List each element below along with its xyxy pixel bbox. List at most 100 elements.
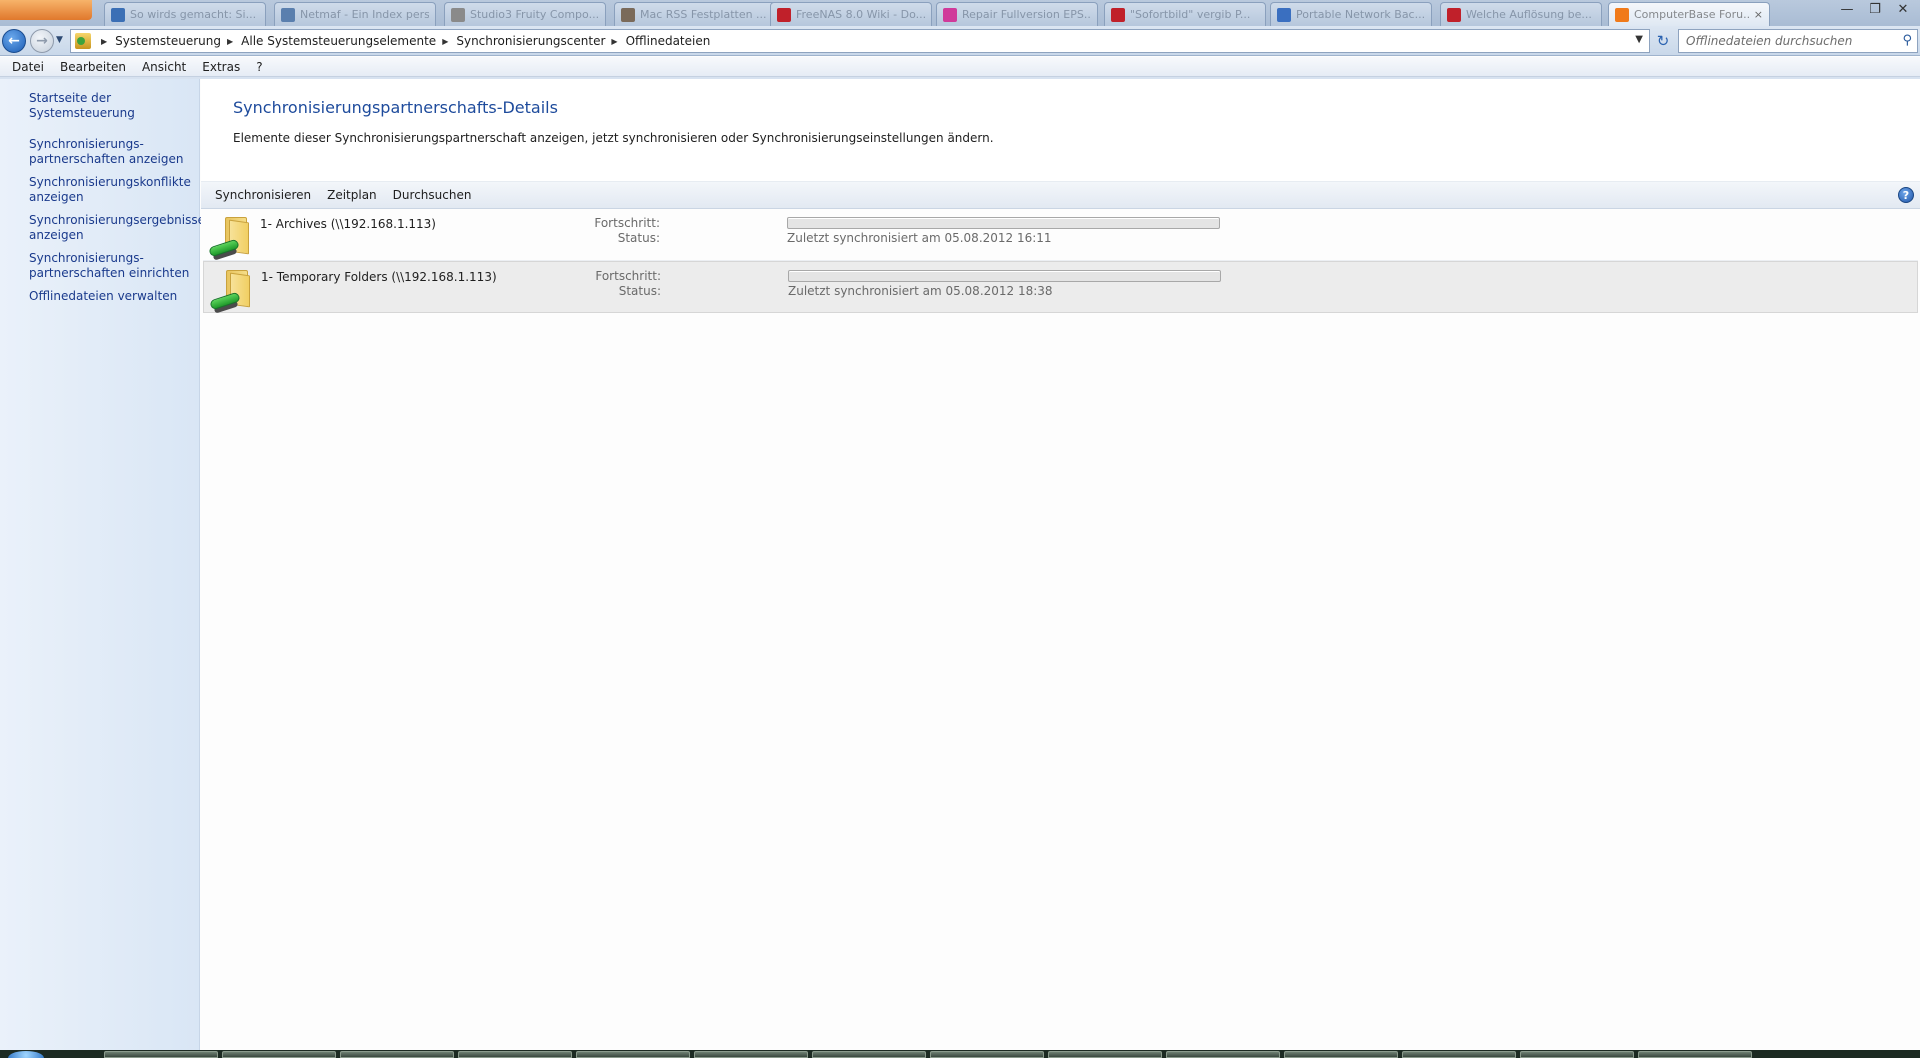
progress-bar xyxy=(788,270,1221,282)
browser-tab[interactable]: Netmaf - Ein Index pers... xyxy=(274,2,436,26)
taskbar-button[interactable] xyxy=(694,1051,808,1058)
tab-favicon-icon xyxy=(621,7,635,22)
taskbar-button[interactable] xyxy=(930,1051,1044,1058)
sync-status: Zuletzt synchronisiert am 05.08.2012 16:… xyxy=(787,231,1052,245)
back-arrow-icon[interactable]: ← xyxy=(2,29,26,53)
breadcrumb-separator-icon[interactable]: ▶ xyxy=(442,37,448,46)
close-button[interactable]: ✕ xyxy=(1890,0,1916,18)
taskbar-button[interactable] xyxy=(812,1051,926,1058)
tab-title: Studio3 Fruity Compo... xyxy=(470,8,599,21)
tab-title: Welche Auflösung be... xyxy=(1466,8,1592,21)
breadcrumb-label: Synchronisierungscenter xyxy=(456,34,606,48)
sidebar-task-link[interactable]: Synchronisierungs-partnerschaften anzeig… xyxy=(29,137,191,167)
browser-tab[interactable]: "Sofortbild" vergib P... xyxy=(1104,2,1266,26)
page-description: Elemente dieser Synchronisierungspartner… xyxy=(233,131,994,145)
menu-item[interactable]: Datei xyxy=(4,60,52,74)
taskbar-button[interactable] xyxy=(1520,1051,1634,1058)
status-label: Status: xyxy=(617,231,660,245)
sync-item-row[interactable]: 1- Archives (\\192.168.1.113) Fortschritt… xyxy=(203,209,1918,261)
breadcrumb-label: Alle Systemsteuerungselemente xyxy=(241,34,437,48)
taskbar xyxy=(0,1050,1920,1058)
browser-tab[interactable]: Portable Network Bac... xyxy=(1270,2,1432,26)
breadcrumb-separator-icon[interactable]: ▶ xyxy=(227,37,233,46)
browser-tab[interactable]: Studio3 Fruity Compo... xyxy=(444,2,606,26)
breadcrumb-item[interactable]: Alle Systemsteuerungselemente ▶ xyxy=(241,34,456,48)
sidebar-task-link[interactable]: Offlinedateien verwalten xyxy=(29,289,191,304)
refresh-icon[interactable]: ↻ xyxy=(1652,30,1674,52)
task-label-line: Synchronisierungsergebnisse xyxy=(29,213,206,227)
tab-close-icon[interactable]: × xyxy=(1754,8,1763,21)
window-controls: — ❐ ✕ xyxy=(1834,0,1916,18)
tab-favicon-icon xyxy=(111,7,125,22)
tab-title: ComputerBase Foru... xyxy=(1634,8,1749,21)
taskbar-button[interactable] xyxy=(1166,1051,1280,1058)
forward-arrow-icon[interactable]: → xyxy=(30,29,54,53)
sidebar-task-link[interactable]: Synchronisierungsergebnisse anzeigen xyxy=(29,213,206,243)
tab-title: Netmaf - Ein Index pers... xyxy=(300,8,429,21)
taskbar-button[interactable] xyxy=(1048,1051,1162,1058)
app-menu-button[interactable] xyxy=(0,0,92,20)
search-input[interactable] xyxy=(1686,34,1886,48)
menu-item[interactable]: Bearbeiten xyxy=(52,60,134,74)
task-list: Synchronisierungs-partnerschaften anzeig… xyxy=(29,137,206,304)
browser-tab[interactable]: So wirds gemacht: Si... xyxy=(104,2,266,26)
taskbar-button[interactable] xyxy=(340,1051,454,1058)
help-icon[interactable]: ? xyxy=(1898,187,1914,203)
progress-label: Fortschritt: xyxy=(595,269,661,283)
command-button[interactable]: Zeitplan xyxy=(319,188,385,202)
start-button[interactable] xyxy=(8,1051,44,1058)
command-button[interactable]: Durchsuchen xyxy=(385,188,480,202)
title-bar: So wirds gemacht: Si... Netmaf - Ein Inde… xyxy=(0,0,1920,26)
browser-tab[interactable]: FreeNAS 8.0 Wiki - Do... xyxy=(770,2,932,26)
breadcrumb-item[interactable]: Synchronisierungscenter ▶ xyxy=(456,34,625,48)
sync-folder-icon xyxy=(207,215,251,261)
header-area: Synchronisierungspartnerschafts-Details … xyxy=(201,79,1920,182)
browser-tab[interactable]: Welche Auflösung be... xyxy=(1440,2,1602,26)
task-label-line: partnerschaften anzeigen xyxy=(29,152,184,166)
history-dropdown-icon[interactable]: ▼ xyxy=(56,35,63,45)
search-box[interactable]: ⚲ xyxy=(1678,29,1918,53)
sidebar-task-link[interactable]: Synchronisierungs-partnerschaften einric… xyxy=(29,251,191,281)
menu-item[interactable]: Ansicht xyxy=(134,60,194,74)
browser-tab[interactable]: ComputerBase Foru... × xyxy=(1608,2,1770,26)
address-dropdown-icon[interactable]: ▼ xyxy=(1635,34,1643,45)
sync-item-row[interactable]: 1- Temporary Folders (\\192.168.1.113) Fo… xyxy=(203,261,1918,314)
task-pane: Startseite der Systemsteuerung Synchroni… xyxy=(0,79,206,1050)
tab-title: FreeNAS 8.0 Wiki - Do... xyxy=(796,8,925,21)
taskbar-button[interactable] xyxy=(1402,1051,1516,1058)
menu-item[interactable]: Extras xyxy=(194,60,248,74)
task-label-line: anzeigen xyxy=(29,228,84,242)
minimize-button[interactable]: — xyxy=(1834,0,1860,18)
taskbar-button[interactable] xyxy=(458,1051,572,1058)
taskbar-button[interactable] xyxy=(1284,1051,1398,1058)
sync-item-list: 1- Archives (\\192.168.1.113) Fortschritt… xyxy=(201,209,1920,314)
control-panel-home-link[interactable]: Startseite der Systemsteuerung xyxy=(29,91,191,121)
tab-favicon-icon xyxy=(943,7,957,22)
tab-title: So wirds gemacht: Si... xyxy=(130,8,257,21)
browser-tab[interactable]: Mac RSS Festplatten ... xyxy=(614,2,776,26)
sidebar-task-link[interactable]: Synchronisierungskonflikte anzeigen xyxy=(29,175,191,205)
main-content: Synchronisierungspartnerschafts-Details … xyxy=(201,79,1920,1050)
tab-title: Mac RSS Festplatten ... xyxy=(640,8,767,21)
address-bar[interactable]: ▶ Systemsteuerung ▶ Alle Systemsteuerungse… xyxy=(70,29,1650,53)
browser-tab[interactable]: Repair Fullversion EPS... xyxy=(936,2,1098,26)
menu-item[interactable]: ? xyxy=(248,60,270,74)
taskbar-button[interactable] xyxy=(576,1051,690,1058)
breadcrumb-separator-icon[interactable]: ▶ xyxy=(611,37,617,46)
page-title: Synchronisierungspartnerschafts-Details xyxy=(233,98,558,117)
sync-folder-icon xyxy=(208,268,252,314)
maximize-button[interactable]: ❐ xyxy=(1862,0,1888,18)
navigation-bar: ← → ▼ ▶ Systemsteuerung ▶ Alle Systemsteue… xyxy=(0,26,1920,56)
progress-label: Fortschritt: xyxy=(594,216,660,230)
breadcrumb-item[interactable]: Systemsteuerung ▶ xyxy=(115,34,241,48)
taskbar-button[interactable] xyxy=(1638,1051,1752,1058)
tab-favicon-icon xyxy=(1615,7,1629,22)
search-icon[interactable]: ⚲ xyxy=(1902,33,1912,48)
breadcrumb-item[interactable]: Offlinedateien xyxy=(626,34,711,48)
task-label-line: partnerschaften einrichten xyxy=(29,266,190,280)
breadcrumb-root-arrow[interactable]: ▶ xyxy=(95,37,115,46)
tab-title: Repair Fullversion EPS... xyxy=(962,8,1091,21)
taskbar-button[interactable] xyxy=(104,1051,218,1058)
taskbar-button[interactable] xyxy=(222,1051,336,1058)
command-button[interactable]: Synchronisieren xyxy=(207,188,319,202)
